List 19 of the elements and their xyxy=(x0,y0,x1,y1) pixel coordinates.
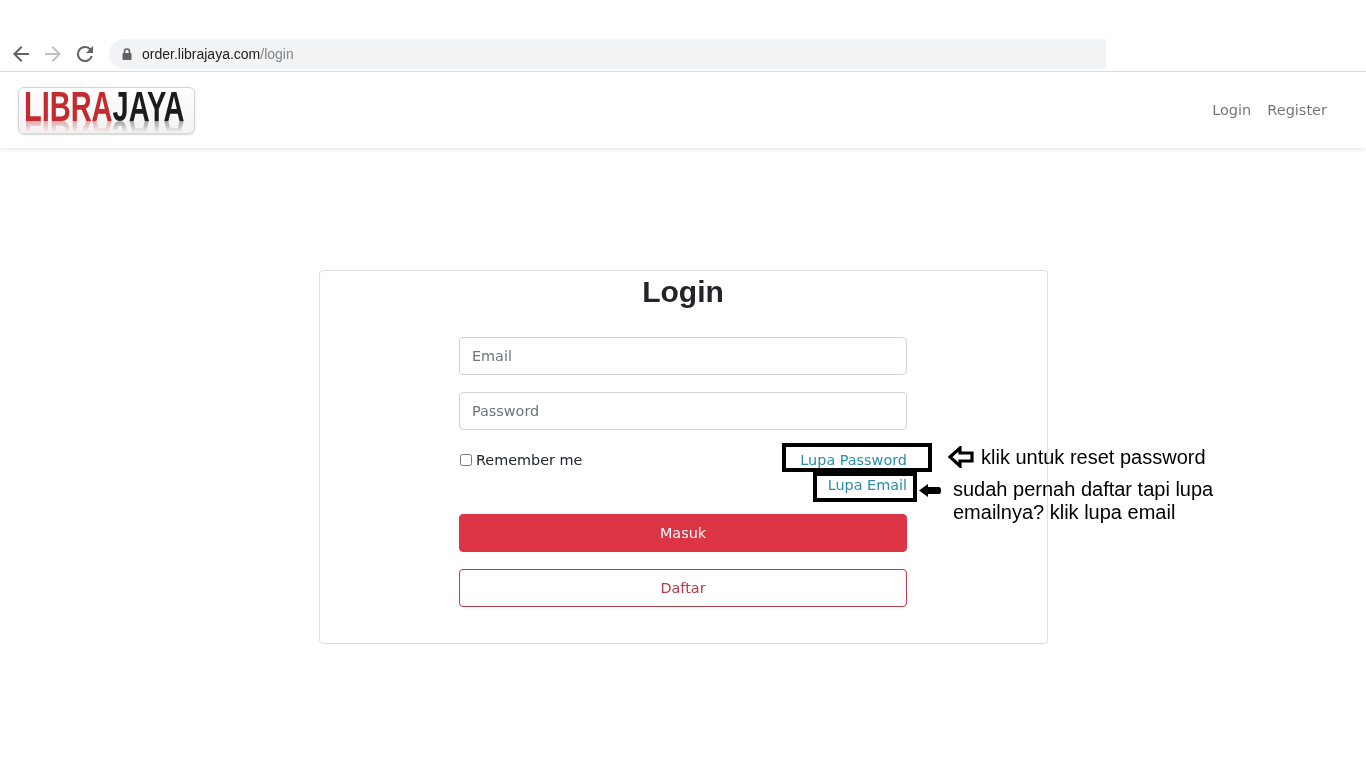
register-button[interactable]: Daftar xyxy=(459,569,907,607)
address-bar[interactable]: order.librajaya.com/login xyxy=(109,39,1106,69)
logo[interactable]: LIBRAJAYA xyxy=(18,86,195,134)
back-arrow-icon[interactable] xyxy=(13,46,29,62)
nav-link[interactable]: Login xyxy=(1204,100,1260,120)
annotation-text: sudah pernah daftar tapi lupa emailnya? klik lupa email xyxy=(953,478,1215,524)
input-field[interactable]: Password xyxy=(459,392,907,430)
reload-icon[interactable] xyxy=(77,46,93,62)
input-field[interactable]: Email xyxy=(459,337,907,375)
url-text: order.librajaya.com/login xyxy=(142,46,294,62)
remember-checkbox[interactable] xyxy=(460,454,472,466)
card-title: Login xyxy=(642,274,724,310)
forgot-link[interactable]: Lupa Password xyxy=(800,450,907,470)
lock-icon xyxy=(122,48,132,60)
annotation-text: klik untuk reset password xyxy=(981,446,1206,469)
nav-link[interactable]: Register xyxy=(1259,100,1335,120)
remember-label: Remember me xyxy=(476,451,583,470)
login-button[interactable]: Masuk xyxy=(459,514,907,552)
forgot-link[interactable]: Lupa Email xyxy=(827,475,907,495)
